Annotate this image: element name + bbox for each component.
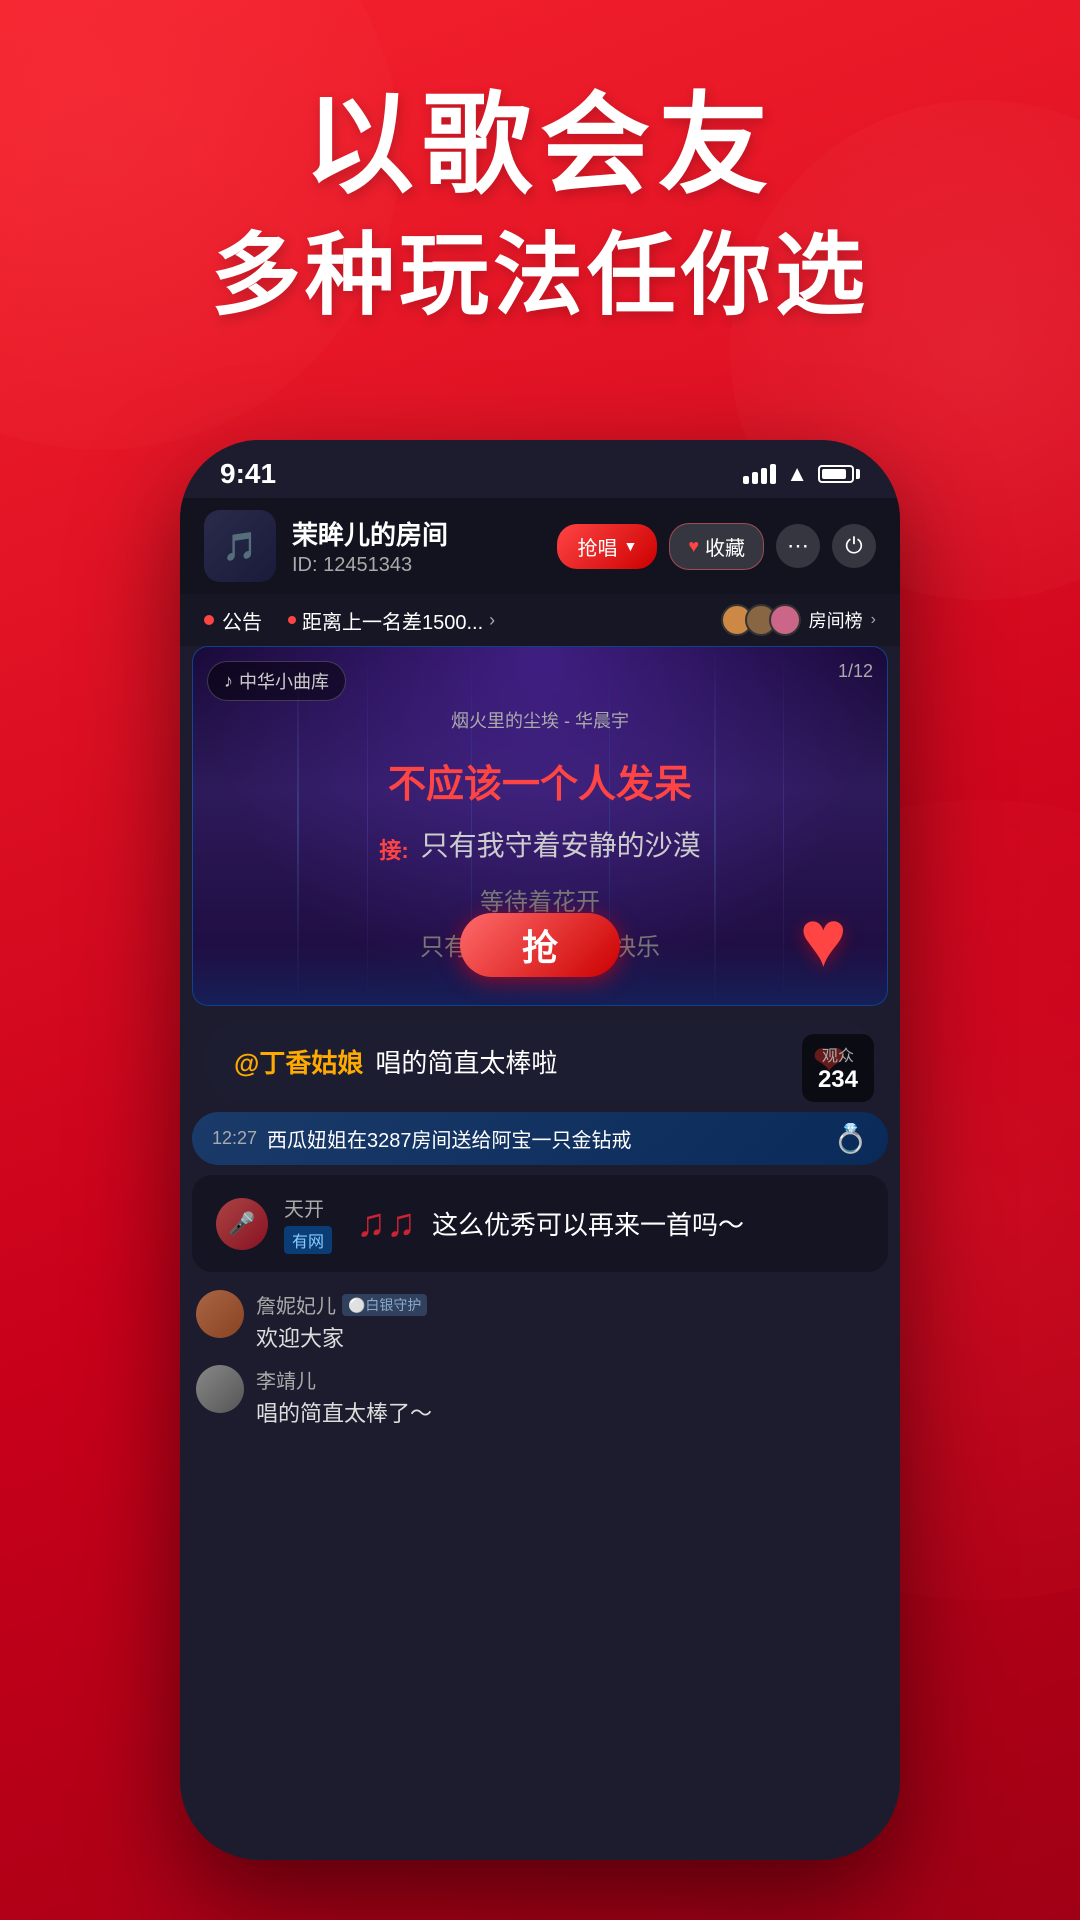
room-id: ID: 12451343 (292, 554, 541, 577)
rank-arrow: › (871, 611, 876, 629)
notice-label: 公告 (222, 606, 262, 635)
grab-button[interactable]: 抢 (460, 913, 620, 977)
lyric-next: 只有我守着安静的沙漠 (421, 824, 701, 864)
room-buttons: 抢唱 ▼ ♥ 收藏 ⋯ ⏻ (557, 523, 876, 570)
audience-count: 234 (818, 1066, 858, 1094)
chat-username-1: 詹妮妃儿 ⚪白银守护 (256, 1290, 884, 1319)
room-avatar: 🎵 (204, 510, 276, 582)
signal-icon (743, 464, 776, 484)
gift-time: 12:27 (212, 1128, 257, 1149)
live-dot (288, 616, 296, 624)
notice-right[interactable]: 房间榜 › (721, 604, 876, 636)
library-icon: ♪ (224, 671, 233, 692)
power-button[interactable]: ⏻ (832, 524, 876, 568)
song-progress: 1/12 (838, 661, 873, 682)
music-user-name: 天开 (284, 1193, 332, 1222)
chat-message-1: 欢迎大家 (256, 1321, 884, 1353)
chat-name-text-2: 李靖儿 (256, 1365, 316, 1394)
status-bar: 9:41 ▲ (180, 440, 900, 498)
gift-bar: 12:27 西瓜妞姐在3287房间送给阿宝一只金钻戒 💍 (192, 1112, 888, 1165)
room-avatar-emoji: 🎵 (223, 530, 258, 563)
music-notes-icon: ♫♫ (356, 1201, 416, 1246)
audience-label: 观众 (818, 1042, 858, 1066)
music-user-avatar-emoji: 🎤 (228, 1211, 255, 1237)
music-user-avatar: 🎤 (216, 1198, 268, 1250)
comment-at-user: @丁香姑娘 (234, 1043, 363, 1080)
notice-left: 公告 (204, 606, 262, 635)
notice-bar: 公告 距离上一名差1500... › 房间榜 › (180, 594, 900, 646)
audience-badge: 观众 234 (802, 1034, 874, 1102)
music-user-tag: 有网 (284, 1226, 332, 1254)
phone-screen: 9:41 ▲ (180, 440, 900, 1860)
rank-text: 房间榜 (809, 607, 863, 633)
qiang-label: 抢唱 (577, 532, 617, 561)
chat-item-2: 李靖儿 唱的简直太棒了～ (192, 1365, 888, 1428)
lyric-line3: 等待着花开 (223, 882, 857, 917)
status-time: 9:41 (220, 458, 276, 490)
chat-item-1: 詹妮妃儿 ⚪白银守护 欢迎大家 (192, 1290, 888, 1353)
comment-text: 唱的简直太棒啦 (375, 1043, 557, 1080)
chat-badge-1: ⚪白银守护 (342, 1294, 427, 1316)
gift-text: 西瓜妞姐在3287房间送给阿宝一只金钻戒 (267, 1124, 632, 1153)
battery-icon (818, 465, 860, 483)
music-user-info: 天开 有网 (284, 1193, 332, 1254)
status-icons: ▲ (743, 461, 860, 487)
chat-avatar-1 (196, 1290, 244, 1338)
grab-label: 抢 (522, 919, 558, 971)
comment-bubble: @丁香姑娘 唱的简直太棒啦 ❤ (204, 1020, 876, 1102)
hero-section: 以歌会友 多种玩法任你选 (0, 80, 1080, 330)
lyric-current: 不应该一个人发呆 (223, 753, 857, 808)
hero-line2: 多种玩法任你选 (60, 222, 1020, 330)
notice-arrow: › (489, 610, 495, 631)
room-header: 🎵 茉眸儿的房间 ID: 12451343 抢唱 ▼ ♥ 收藏 (180, 498, 900, 594)
phone-outer: 9:41 ▲ (180, 440, 900, 1860)
karaoke-area: ♪ 中华小曲库 1/12 烟火里的尘埃 - 华晨宇 不应该一个人发呆 接: 只有… (192, 646, 888, 1006)
chat-content-2: 李靖儿 唱的简直太棒了～ (256, 1365, 884, 1428)
shoucang-button[interactable]: ♥ 收藏 (669, 523, 764, 570)
hero-line1: 以歌会友 (60, 80, 1020, 212)
room-name: 茉眸儿的房间 (292, 515, 541, 552)
chat-list: 詹妮妃儿 ⚪白银守护 欢迎大家 李靖儿 唱的简直太棒了～ (180, 1282, 900, 1448)
library-text: 中华小曲库 (239, 668, 329, 694)
heart-icon: ♥ (688, 536, 699, 557)
rank-avatars (721, 604, 801, 636)
chat-avatar-2 (196, 1365, 244, 1413)
chat-username-2: 李靖儿 (256, 1365, 884, 1394)
shoucang-label: 收藏 (705, 532, 745, 561)
comment-area: @丁香姑娘 唱的简直太棒啦 ❤ 观众 234 (192, 1020, 888, 1102)
phone-mockup: 9:41 ▲ (180, 440, 900, 1840)
grab-button-container: 抢 (460, 913, 620, 977)
music-suggestion: 🎤 天开 有网 ♫♫ 这么优秀可以再来一首吗～ (192, 1175, 888, 1272)
heart-decoration: ♥ (800, 893, 848, 985)
more-button[interactable]: ⋯ (776, 524, 820, 568)
room-info: 茉眸儿的房间 ID: 12451343 (292, 515, 541, 577)
wifi-icon: ▲ (786, 461, 808, 487)
chat-message-2: 唱的简直太棒了～ (256, 1396, 884, 1428)
music-suggestion-text: 这么优秀可以再来一首吗～ (432, 1205, 864, 1242)
song-progress-text: 1/12 (838, 661, 873, 681)
app-background: 以歌会友 多种玩法任你选 9:41 ▲ (0, 0, 1080, 1920)
lyric-next-label: 接: (379, 833, 408, 865)
notice-dot (204, 615, 214, 625)
song-title: 烟火里的尘埃 - 华晨宇 (223, 707, 857, 733)
rank-avatar-3 (769, 604, 801, 636)
chat-content-1: 詹妮妃儿 ⚪白银守护 欢迎大家 (256, 1290, 884, 1353)
library-badge: ♪ 中华小曲库 (207, 661, 346, 701)
chat-name-text-1: 詹妮妃儿 (256, 1290, 336, 1319)
notice-content: 距离上一名差1500... (302, 606, 483, 635)
gift-icon: 💍 (833, 1122, 868, 1155)
qiang-button[interactable]: 抢唱 ▼ (557, 524, 657, 569)
